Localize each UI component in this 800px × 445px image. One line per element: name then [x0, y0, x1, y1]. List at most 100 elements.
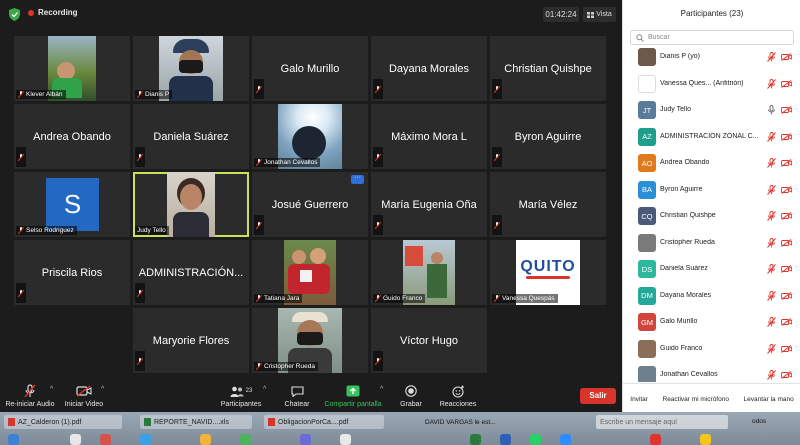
share-options-caret-icon[interactable]: ^	[380, 386, 383, 393]
participants-options-caret-icon[interactable]: ^	[263, 386, 266, 393]
video-tile-galo[interactable]: Galo Murillo	[252, 36, 368, 101]
mic-muted-icon[interactable]	[767, 52, 776, 62]
video-tile-jonathan[interactable]: Jonathan Cevallos	[252, 104, 368, 169]
video-tile-victor[interactable]: Víctor Hugo	[371, 308, 487, 373]
participant-row[interactable]: BA Byron Aguirre	[623, 177, 800, 203]
camera-off-icon[interactable]	[781, 79, 792, 88]
dock-calendar-icon[interactable]	[70, 434, 81, 445]
video-tile-priscila[interactable]: Priscila Rios	[14, 240, 130, 305]
video-tile-josue[interactable]: Josué Guerrero ···	[252, 172, 368, 237]
participants-button[interactable]: 23 Participantes	[216, 384, 266, 408]
reactions-button[interactable]: Reacciones	[436, 384, 480, 408]
video-tile-dianis[interactable]: Dianis P	[133, 36, 249, 101]
participant-row[interactable]: Guido Franco	[623, 336, 800, 362]
mic-muted-icon[interactable]	[767, 158, 776, 168]
mic-muted-icon[interactable]	[767, 317, 776, 327]
mic-muted-icon[interactable]	[767, 184, 776, 195]
participant-row[interactable]: AO Andrea Obando	[623, 150, 800, 176]
dock-app-icon[interactable]	[650, 434, 661, 445]
video-tile-andrea[interactable]: Andrea Obando	[14, 104, 130, 169]
camera-off-icon[interactable]	[781, 212, 792, 220]
video-tile-maria-velez[interactable]: María Vélez	[490, 172, 606, 237]
participant-row[interactable]: JT Judy Tello	[623, 97, 800, 123]
audio-options-caret-icon[interactable]: ^	[50, 386, 53, 393]
participant-row[interactable]: Cristopher Rueda	[623, 230, 800, 256]
taskbar-message-input[interactable]: Escribe un mensaje aquí	[596, 415, 728, 429]
raise-hand-button[interactable]: Levantar la mano	[744, 396, 794, 403]
camera-off-icon[interactable]	[781, 132, 792, 141]
camera-off-icon[interactable]	[781, 238, 792, 247]
dock-mail-icon[interactable]	[140, 434, 151, 445]
video-tile-byron[interactable]: Byron Aguirre	[490, 104, 606, 169]
dock-messages-icon[interactable]	[240, 434, 251, 445]
mic-muted-icon[interactable]	[767, 264, 776, 274]
video-tile-maryorie[interactable]: Maryorie Flores	[133, 308, 249, 373]
participant-search-input[interactable]: Buscar	[630, 30, 794, 45]
dock-app-icon[interactable]	[340, 434, 351, 445]
unmute-me-button[interactable]: Reactivar mi micrófono	[663, 396, 729, 403]
video-tile-christian[interactable]: Christian Quishpe	[490, 36, 606, 101]
camera-off-icon[interactable]	[781, 185, 792, 194]
chat-button[interactable]: Chatear	[280, 384, 314, 408]
dock-app-icon[interactable]	[700, 434, 711, 445]
camera-off-icon[interactable]	[781, 106, 792, 114]
video-tile-maximo[interactable]: Máximo Mora L	[371, 104, 487, 169]
video-tile-judy[interactable]: Judy Tello	[133, 172, 249, 237]
more-options-button[interactable]: ···	[351, 174, 364, 184]
leave-meeting-button[interactable]: Salir	[580, 388, 616, 404]
video-tile-selso[interactable]: S Selso Rodriguez	[14, 172, 130, 237]
participant-row[interactable]: CQ Christian Quishpe	[623, 203, 800, 229]
security-shield-icon[interactable]	[9, 8, 20, 21]
dock-whatsapp-icon[interactable]	[530, 434, 541, 445]
dock-word-icon[interactable]	[500, 434, 511, 445]
taskbar-item-xls[interactable]: REPORTE_NAVID....xls	[140, 415, 252, 429]
camera-off-icon[interactable]	[781, 53, 792, 61]
view-button[interactable]: Vista	[583, 7, 616, 22]
dock-notes-icon[interactable]	[200, 434, 211, 445]
mic-muted-icon[interactable]	[767, 237, 776, 248]
participant-row[interactable]: Dianis P (yo)	[623, 44, 800, 70]
notification-preview[interactable]: DAVID VARGAS le est...	[425, 419, 496, 426]
dock-app-icon[interactable]	[300, 434, 311, 445]
camera-off-icon[interactable]	[781, 344, 792, 353]
video-tile-dayana[interactable]: Dayana Morales	[371, 36, 487, 101]
mic-muted-icon[interactable]	[767, 78, 776, 89]
taskbar-item-pdf1[interactable]: AZ_Calderon (1).pdf	[4, 415, 122, 429]
mic-muted-icon[interactable]	[767, 290, 776, 301]
participant-row[interactable]: GM Galo Murillo	[623, 309, 800, 335]
camera-off-icon[interactable]	[781, 159, 792, 167]
video-tile-cristopher[interactable]: Cristopher Rueda	[252, 308, 368, 373]
camera-off-icon[interactable]	[781, 371, 792, 379]
video-tile-tatiana[interactable]: Tatiana Jara	[252, 240, 368, 305]
mic-muted-icon[interactable]	[767, 370, 776, 380]
mic-muted-icon[interactable]	[767, 211, 776, 221]
video-tile-administracion[interactable]: ADMINISTRACIÓN...	[133, 240, 249, 305]
participant-row[interactable]: DS Daniela Suárez	[623, 256, 800, 282]
camera-off-icon[interactable]	[781, 291, 792, 300]
dock-excel-icon[interactable]	[470, 434, 481, 445]
share-screen-button[interactable]: Compartir pantalla	[322, 384, 384, 408]
mic-muted-icon[interactable]	[767, 131, 776, 142]
participant-row[interactable]: DM Dayana Morales	[623, 283, 800, 309]
video-tile-daniela[interactable]: Daniela Suárez	[133, 104, 249, 169]
mic-icon[interactable]	[767, 105, 776, 115]
video-tile-maria-eugenia[interactable]: María Eugenia Oña	[371, 172, 487, 237]
video-tile-klever[interactable]: Klever Albán	[14, 36, 130, 101]
mic-muted-icon[interactable]	[767, 343, 776, 354]
participant-row[interactable]: AZ ADMINISTRACIÓN ZONAL C...	[623, 124, 800, 150]
dock-app-icon[interactable]	[100, 434, 111, 445]
camera-off-icon[interactable]	[781, 318, 792, 326]
video-options-caret-icon[interactable]: ^	[101, 386, 104, 393]
participant-row[interactable]: Vanessa Ques... (Anfitrión)	[623, 71, 800, 97]
record-button[interactable]: Grabar	[395, 384, 427, 408]
camera-off-icon[interactable]	[781, 265, 792, 273]
audio-button[interactable]: Re-iniciar Audio	[4, 384, 56, 408]
participant-row[interactable]: Jonathan Cevallos	[623, 362, 800, 382]
video-tile-vanessa[interactable]: QUITO Vanessa Quespás	[490, 240, 606, 305]
invite-button[interactable]: Invitar	[630, 396, 648, 403]
recording-indicator[interactable]: Recording	[28, 8, 78, 17]
video-tile-guido[interactable]: Guido Franco	[371, 240, 487, 305]
dock-finder-icon[interactable]	[8, 434, 19, 445]
taskbar-item-pdf2[interactable]: ObligacionPorCa....pdf	[264, 415, 384, 429]
dock-zoom-icon[interactable]	[560, 434, 571, 445]
